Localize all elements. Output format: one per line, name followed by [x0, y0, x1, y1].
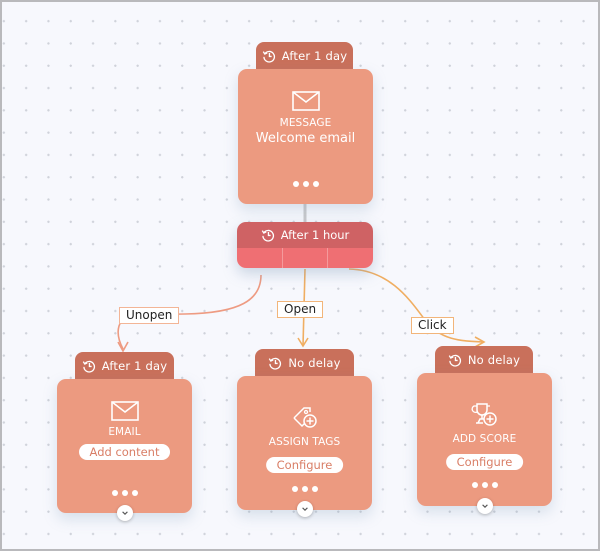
node-title[interactable]: Welcome email: [238, 131, 373, 146]
score-delay-label: No delay: [467, 353, 521, 367]
email-card[interactable]: EMAIL Add content: [57, 379, 192, 521]
edge-label-open[interactable]: Open: [277, 301, 324, 318]
chevron-down-icon: [481, 504, 488, 508]
history-icon: [269, 357, 282, 370]
tags-delay-label: No delay: [288, 356, 341, 370]
envelope-icon: [291, 91, 320, 111]
add-score-card[interactable]: ADD SCORE Configure: [417, 373, 552, 514]
node-kind: ADD SCORE: [452, 433, 517, 445]
root-message-card[interactable]: MESSAGE Welcome email: [238, 69, 373, 204]
split-delay[interactable]: After 1 hour: [237, 222, 373, 248]
more-dots-icon[interactable]: [237, 486, 372, 492]
score-delay-tab[interactable]: No delay: [435, 346, 533, 374]
more-dots-icon[interactable]: [238, 181, 373, 187]
expand-button[interactable]: [116, 505, 133, 521]
branch-port-click[interactable]: [328, 248, 373, 268]
email-delay-tab[interactable]: After 1 day: [75, 352, 174, 380]
email-delay-label: After 1 day: [101, 359, 168, 373]
branch-port-open[interactable]: [283, 248, 329, 268]
expand-button[interactable]: [296, 501, 313, 517]
chevron-down-icon: [121, 511, 128, 515]
split-delay-label: After 1 hour: [280, 228, 350, 242]
configure-button[interactable]: Configure: [265, 457, 344, 473]
history-icon: [82, 360, 95, 373]
history-icon: [262, 50, 275, 63]
split-node[interactable]: After 1 hour: [237, 222, 373, 268]
expand-button[interactable]: [476, 498, 493, 514]
split-branches: [237, 248, 373, 268]
history-icon: [261, 229, 274, 242]
configure-button[interactable]: Configure: [445, 454, 524, 470]
edge-label-click[interactable]: Click: [411, 317, 454, 334]
tag-plus-icon: [292, 407, 317, 428]
root-delay-tab[interactable]: After 1 day: [256, 42, 353, 70]
history-icon: [448, 354, 461, 367]
more-dots-icon[interactable]: [57, 490, 192, 496]
chevron-down-icon: [301, 507, 308, 511]
node-kind: EMAIL: [108, 426, 141, 438]
tags-delay-tab[interactable]: No delay: [255, 349, 354, 377]
trophy-plus-icon: [471, 403, 497, 426]
edge-label-unopen[interactable]: Unopen: [119, 307, 180, 324]
more-dots-icon[interactable]: [417, 482, 552, 488]
root-delay-label: After 1 day: [281, 49, 348, 63]
add-content-button[interactable]: Add content: [78, 444, 171, 460]
node-kind: MESSAGE: [279, 117, 332, 129]
envelope-icon: [110, 401, 139, 421]
assign-tags-card[interactable]: ASSIGN TAGS Configure: [237, 376, 372, 517]
node-kind: ASSIGN TAGS: [268, 436, 341, 448]
edge-unopen-arrow: [117, 341, 129, 353]
branch-port-unopen[interactable]: [237, 248, 283, 268]
